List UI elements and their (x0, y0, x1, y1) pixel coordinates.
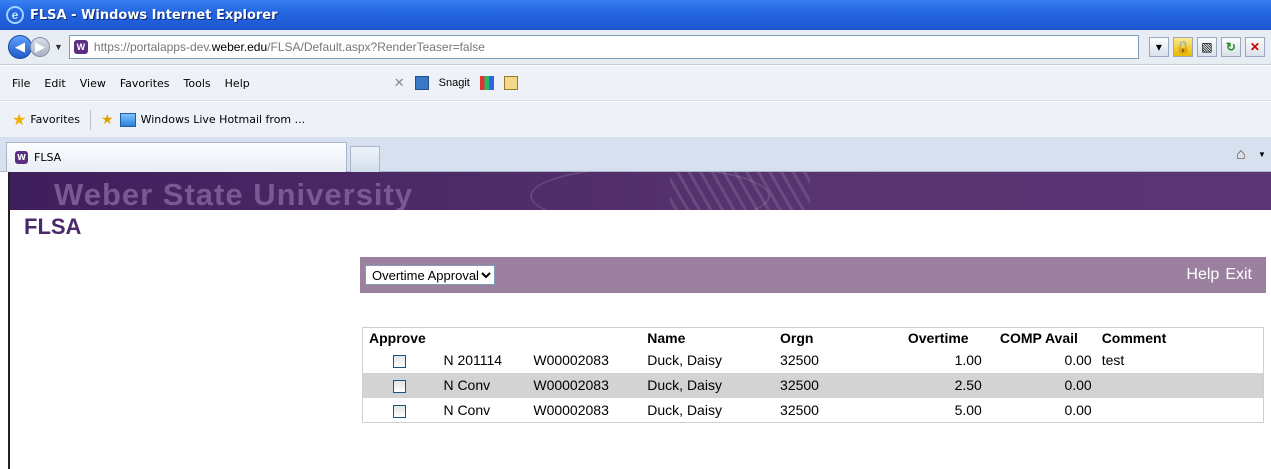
menu-view[interactable]: View (80, 77, 106, 90)
menu-bar: File Edit View Favorites Tools Help ✕ Sn… (0, 66, 1271, 101)
snagit-clip-icon[interactable] (503, 76, 518, 90)
help-link[interactable]: Help (1186, 266, 1219, 284)
address-toolbar: ◀ ▶ ▼ W https://portalapps-dev.weber.edu… (0, 30, 1271, 65)
address-dropdown-icon[interactable]: ▾ (1148, 37, 1169, 57)
period-cell: Conv (457, 372, 534, 398)
header-comp-avail: COMP Avail (999, 329, 1078, 346)
banner-decoration (670, 172, 810, 210)
period-cell: 201114 (457, 352, 503, 368)
id-cell: W00002083 (533, 401, 609, 418)
flag-cell: N (443, 401, 454, 418)
header-overtime: Overtime (907, 329, 969, 346)
comp-avail-cell: 0.00 (1064, 352, 1092, 368)
comp-avail-cell: 0.00 (987, 372, 1094, 398)
id-cell: W00002083 (533, 372, 648, 398)
home-icon[interactable]: ⌂ (1236, 146, 1246, 164)
hotmail-icon (119, 112, 136, 127)
page-content: Weber State University FLSA Overtime App… (8, 172, 1271, 469)
window-titlebar: e FLSA - Windows Internet Explorer (0, 0, 1271, 30)
favorites-divider (90, 109, 92, 130)
comp-avail-cell: 0.00 (1064, 401, 1092, 418)
stop-icon[interactable]: ✕ (1244, 37, 1265, 57)
banner-title: Weber State University (54, 177, 414, 210)
overtime-cell: 2.50 (882, 372, 988, 398)
snagit-icon (414, 76, 429, 90)
table-row: N 201114 W00002083 Duck, Daisy 32500 1.0… (363, 348, 1264, 373)
id-cell: W00002083 (533, 352, 609, 368)
header-id (533, 328, 647, 348)
address-bar[interactable]: W https://portalapps-dev.weber.edu/FLSA/… (68, 35, 1139, 59)
flag-cell: N (443, 352, 454, 368)
hotmail-link[interactable]: Windows Live Hotmail from ... (141, 113, 306, 126)
forward-button[interactable]: ▶ (30, 37, 50, 57)
period-cell: Conv (457, 401, 491, 418)
approve-checkbox[interactable] (393, 404, 406, 418)
name-cell: Duck, Daisy (647, 372, 778, 398)
header-flag (443, 328, 457, 348)
tab-label: FLSA (34, 151, 62, 164)
favorites-star-icon[interactable]: ★ (12, 110, 26, 129)
orgn-cell: 32500 (780, 401, 819, 418)
history-dropdown-icon[interactable]: ▼ (54, 42, 63, 52)
close-toolbar-icon[interactable]: ✕ (394, 75, 405, 91)
address-url[interactable]: https://portalapps-dev.weber.edu/FLSA/De… (94, 40, 485, 54)
add-favorite-icon[interactable]: ★ (101, 112, 114, 128)
compatibility-icon[interactable]: ▧ (1196, 37, 1217, 57)
approve-checkbox[interactable] (393, 379, 406, 393)
header-period (457, 328, 533, 348)
page-title: FLSA (24, 214, 82, 239)
header-name: Name (647, 329, 686, 346)
snagit-button[interactable]: Snagit (439, 77, 470, 89)
orgn-cell: 32500 (777, 372, 883, 398)
favorites-bar: ★ Favorites ★ Windows Live Hotmail from … (0, 102, 1271, 138)
window-title: FLSA - Windows Internet Explorer (30, 7, 278, 23)
table-row: N Conv W00002083 Duck, Daisy 32500 5.00 … (363, 398, 1264, 423)
menu-edit[interactable]: Edit (44, 77, 65, 90)
tab-favicon-icon: W (15, 151, 28, 164)
name-cell: Duck, Daisy (647, 401, 722, 418)
overtime-cell: 5.00 (954, 401, 982, 418)
approve-cell (362, 372, 444, 398)
flag-cell: N (443, 372, 458, 398)
exit-link[interactable]: Exit (1225, 266, 1252, 284)
overtime-cell: 1.00 (954, 352, 982, 368)
view-select[interactable]: Overtime Approval (365, 265, 495, 285)
header-approve: Approve (369, 329, 426, 346)
menu-favorites[interactable]: Favorites (120, 77, 170, 90)
favorites-button[interactable]: Favorites (30, 113, 80, 126)
header-orgn: Orgn (780, 329, 814, 346)
new-tab-button[interactable] (350, 146, 380, 172)
table-row: N Conv W00002083 Duck, Daisy 32500 2.50 … (362, 372, 1264, 398)
snagit-grid-icon[interactable] (479, 76, 494, 90)
header-comment: Comment (1101, 329, 1167, 346)
app-toolbar: Overtime Approval Help Exit (360, 257, 1266, 293)
orgn-cell: 32500 (780, 352, 819, 368)
comment-cell (1094, 398, 1264, 423)
name-cell: Duck, Daisy (647, 352, 722, 368)
site-favicon-icon: W (73, 40, 88, 54)
comment-cell: test (1101, 352, 1125, 368)
tab-flsa[interactable]: W FLSA (6, 142, 347, 172)
site-banner: Weber State University (10, 172, 1271, 210)
home-dropdown-icon[interactable]: ▼ (1258, 150, 1266, 159)
tab-bar: W FLSA ⌂ ▼ (0, 138, 1271, 172)
ie-logo-icon: e (6, 6, 24, 24)
approve-cell (363, 348, 444, 373)
menu-file[interactable]: File (12, 77, 30, 90)
menu-tools[interactable]: Tools (184, 77, 211, 90)
refresh-icon[interactable]: ↻ (1220, 37, 1241, 57)
approve-cell (363, 398, 444, 423)
comment-cell (1093, 372, 1264, 398)
table-header-row: Approve Name Orgn Overtime COMP Avail Co… (363, 328, 1264, 348)
approve-checkbox[interactable] (393, 354, 406, 368)
lock-icon[interactable]: 🔒 (1172, 37, 1193, 57)
menu-help[interactable]: Help (225, 77, 250, 90)
approval-table: Approve Name Orgn Overtime COMP Avail Co… (362, 327, 1264, 423)
back-button[interactable]: ◀ (8, 35, 32, 59)
